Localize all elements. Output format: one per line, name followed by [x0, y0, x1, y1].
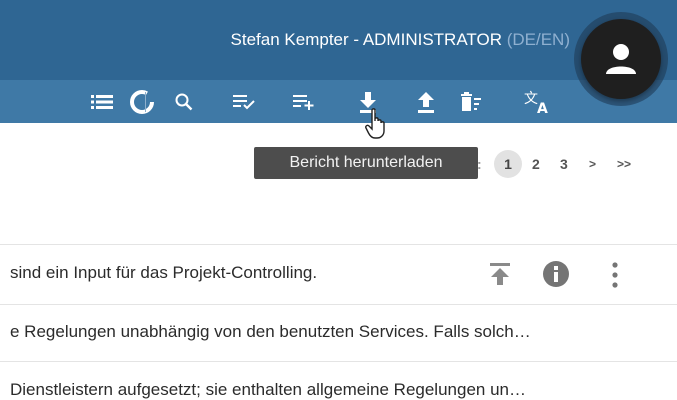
playlist-add-icon[interactable]: [292, 80, 318, 123]
last-page[interactable]: >>: [617, 150, 631, 178]
page-2[interactable]: 2: [532, 150, 540, 178]
refresh-icon[interactable]: [124, 80, 160, 123]
toolbar-separator: [145, 92, 146, 112]
row-divider: [0, 244, 677, 245]
svg-text:文: 文: [524, 91, 538, 107]
delete-sweep-icon[interactable]: [458, 80, 484, 123]
row-divider: [0, 361, 677, 362]
tooltip: Bericht herunterladen: [254, 147, 478, 179]
pager-prev-hidden: :: [477, 156, 482, 172]
toolbar: 文 A: [0, 80, 677, 123]
user-info: Stefan Kempter - ADMINISTRATOR (DE/EN): [0, 30, 570, 50]
upload-icon[interactable]: [414, 80, 438, 123]
person-icon: [606, 44, 636, 74]
more-vert-icon[interactable]: [610, 261, 620, 289]
row-text-1: sind ein Input für das Projekt-Controlli…: [10, 263, 318, 282]
next-page[interactable]: >: [589, 150, 596, 178]
page-3[interactable]: 3: [560, 150, 568, 178]
row-text-3: Dienstleistern aufgesetzt; sie enthalten…: [10, 380, 526, 399]
row-text-2: e Regelungen unabhängig von den benutzte…: [10, 322, 531, 341]
page-1[interactable]: 1: [494, 150, 522, 178]
svg-text:A: A: [537, 101, 548, 115]
list-icon-spacer: [88, 80, 116, 123]
translate-icon[interactable]: 文 A: [520, 80, 556, 123]
language-switch[interactable]: (DE/EN): [507, 30, 570, 49]
avatar-button[interactable]: [581, 19, 661, 99]
hand-cursor-icon: [365, 108, 385, 139]
playlist-check-icon[interactable]: [232, 80, 258, 123]
avatar-ring: [574, 12, 668, 106]
user-name: Stefan Kempter - ADMINISTRATOR: [230, 30, 502, 49]
info-icon[interactable]: [542, 260, 570, 288]
move-to-top-icon[interactable]: [489, 262, 511, 286]
row-divider: [0, 304, 677, 305]
search-icon[interactable]: [172, 80, 196, 123]
